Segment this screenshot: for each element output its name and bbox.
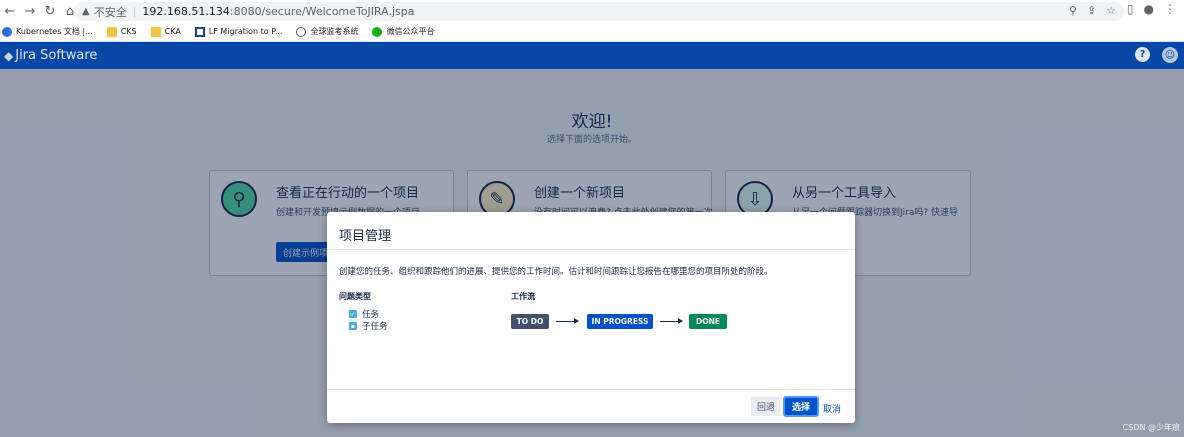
zoom-icon[interactable]: ⚲	[1069, 4, 1077, 17]
menu-icon[interactable]: ⋮	[1164, 2, 1176, 16]
project-template-dialog: 项目管理 创建您的任务、组织和跟踪他们的进展、提供您的工作时间。估计和时间跟踪让…	[327, 212, 855, 423]
bookmark-cka[interactable]: CKA	[150, 26, 181, 37]
dialog-description: 创建您的任务、组织和跟踪他们的进展、提供您的工作时间。估计和时间跟踪让您报告在哪…	[339, 267, 773, 277]
issue-types-label: 问题类型	[339, 292, 371, 301]
url-bar[interactable]: ▲ 不安全 | 192.168.51.134 :8080/secure/Welc…	[74, 2, 1124, 21]
folder-icon	[150, 26, 161, 37]
issue-type-subtask: ▪ 子任务	[349, 322, 388, 332]
back-button[interactable]: 回退	[750, 397, 781, 416]
browser-toolbar: ← → ↻ ⌂ ▲ 不安全 | 192.168.51.134 :8080/sec…	[0, 0, 1184, 22]
watermark: CSDN @少年痕	[1122, 423, 1180, 432]
back-icon[interactable]: ←	[0, 1, 20, 21]
bookmarks-bar: Kubernetes 文档 |... CKS CKA LF Migration …	[0, 22, 1184, 42]
star-icon[interactable]: ☆	[1106, 4, 1116, 17]
bookmark-global-exam[interactable]: 全球监考系统	[296, 26, 358, 37]
product-name[interactable]: Jira Software	[15, 48, 97, 63]
subtask-icon: ▪	[349, 322, 357, 330]
wechat-icon	[372, 26, 383, 37]
share-icon[interactable]: ⇪	[1087, 4, 1096, 17]
jira-logo-icon[interactable]: ◆	[4, 49, 13, 63]
globe-icon	[296, 26, 307, 37]
lf-icon	[194, 26, 205, 37]
cancel-link[interactable]: 取消	[823, 402, 841, 415]
help-icon[interactable]: ?	[1135, 47, 1150, 62]
task-checkbox-icon: ✓	[349, 310, 357, 318]
status-done: DONE	[689, 314, 727, 329]
select-button[interactable]: 选择	[782, 396, 819, 417]
reload-icon[interactable]: ↻	[40, 1, 60, 21]
url-separator: |	[132, 5, 137, 18]
kubernetes-icon	[2, 26, 12, 37]
status-in-progress: IN PROGRESS	[587, 314, 653, 329]
bookmark-cks[interactable]: CKS	[106, 26, 137, 37]
issue-types-list: ✓ 任务 ▪ 子任务	[349, 308, 388, 332]
bookmark-lf-migration[interactable]: LF Migration to P...	[194, 26, 282, 37]
profile-icon[interactable]: ●	[1144, 2, 1154, 16]
url-path: :8080/secure/WelcomeToJIRA.jspa	[229, 5, 415, 18]
arrow-right-icon	[660, 318, 683, 324]
dialog-title: 项目管理	[327, 212, 855, 250]
insecure-label: 不安全	[93, 5, 127, 19]
url-host: 192.168.51.134	[142, 5, 230, 18]
jira-header: ◆ Jira Software ? ☺	[0, 42, 1184, 69]
warning-icon: ▲	[82, 6, 90, 17]
forward-icon[interactable]: →	[20, 1, 40, 21]
issue-type-task: ✓ 任务	[349, 310, 380, 320]
workflow-label: 工作流	[511, 292, 535, 301]
bookmark-wechat[interactable]: 微信公众平台	[372, 26, 434, 37]
bookmark-kubernetes[interactable]: Kubernetes 文档 |...	[2, 26, 93, 37]
user-avatar-icon[interactable]: ☺	[1162, 47, 1178, 63]
dialog-footer: 回退 选择 取消	[327, 389, 855, 423]
status-todo: TO DO	[511, 314, 549, 329]
folder-icon	[106, 26, 117, 37]
arrow-right-icon	[556, 318, 579, 324]
sidebar-icon[interactable]: ▯	[1127, 2, 1134, 16]
